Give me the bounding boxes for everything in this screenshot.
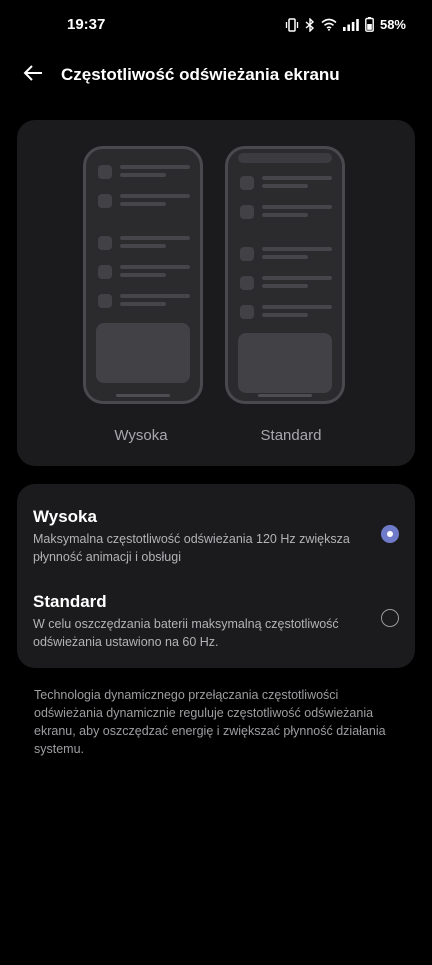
- status-bar: 19:37 58%: [0, 0, 432, 50]
- option-title: Wysoka: [33, 507, 97, 526]
- options-card: Wysoka Maksymalna częstotliwość odświeża…: [17, 484, 415, 668]
- option-high[interactable]: Wysoka Maksymalna częstotliwość odświeża…: [17, 484, 415, 574]
- screen: 19:37 58% Częstotliwość odświeżania ekra…: [0, 0, 432, 965]
- page-title: Częstotliwość odświeżania ekranu: [61, 65, 340, 84]
- preview-label-high: Wysoka: [114, 427, 168, 444]
- radio-high-selected[interactable]: [381, 525, 399, 543]
- preview-card: Wysoka Standard: [17, 120, 415, 466]
- preview-phone-high: [83, 146, 203, 404]
- status-icons: 58%: [285, 17, 406, 32]
- option-title: Standard: [33, 592, 107, 611]
- back-button[interactable]: [20, 62, 46, 88]
- option-standard[interactable]: Standard W celu oszczędzania baterii mak…: [17, 574, 415, 668]
- status-time: 19:37: [67, 16, 106, 33]
- footer-description: Technologia dynamicznego przełączania cz…: [34, 688, 386, 756]
- arrow-left-icon: [23, 64, 43, 86]
- bluetooth-icon: [305, 17, 315, 32]
- vibrate-icon: [285, 17, 299, 32]
- battery-percent: 58%: [379, 17, 406, 32]
- header: Częstotliwość odświeżania ekranu: [0, 60, 432, 90]
- option-description: Maksymalna częstotliwość odświeżania 120…: [33, 532, 350, 564]
- battery-icon: [365, 17, 374, 32]
- radio-standard[interactable]: [381, 609, 399, 627]
- wifi-icon: [321, 18, 337, 31]
- preview-phone-standard: [225, 146, 345, 404]
- signal-icon: [342, 18, 359, 31]
- option-description: W celu oszczędzania baterii maksymalną c…: [33, 617, 339, 649]
- preview-label-standard: Standard: [260, 427, 322, 444]
